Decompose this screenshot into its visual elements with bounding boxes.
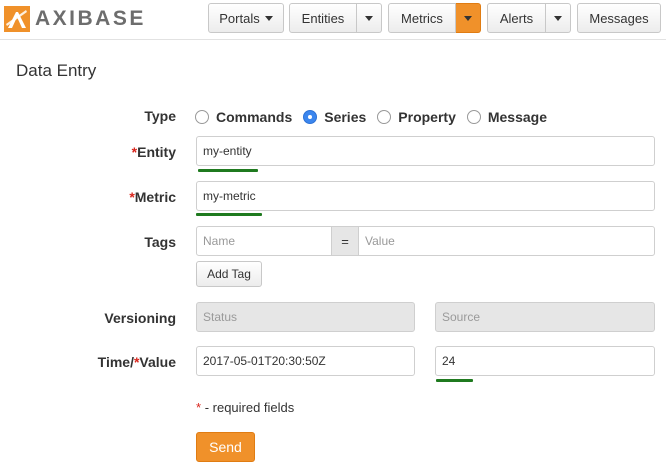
alerts-label: Alerts [499, 10, 534, 26]
portals-dropdown[interactable]: Portals [208, 3, 284, 33]
messages-button[interactable]: Messages [577, 3, 661, 33]
type-option-series[interactable]: Series [303, 109, 366, 125]
required-fields-note: * - required fields [196, 400, 294, 415]
logo[interactable]: AXIBASE [4, 6, 146, 32]
type-option-message[interactable]: Message [466, 109, 548, 125]
time-value-label: Time/*Value [0, 354, 176, 370]
status-field: Status [196, 302, 415, 332]
type-radio-group: Commands Series Property Message [195, 107, 558, 127]
messages-label: Messages [589, 10, 649, 26]
type-option-label: Message [487, 109, 548, 125]
tag-value-input[interactable]: Value [358, 226, 655, 256]
portals-label: Portals [219, 10, 260, 26]
metric-field[interactable]: my-metric [196, 181, 655, 211]
metrics-label: Metrics [401, 10, 443, 26]
entity-underline [198, 169, 258, 172]
radio-button[interactable] [466, 110, 481, 124]
add-tag-button[interactable]: Add Tag [196, 261, 262, 287]
metric-label-text: Metric [134, 189, 176, 205]
tag-equals-addon: = [331, 226, 359, 256]
metrics-dropdown-toggle[interactable] [456, 3, 481, 33]
chevron-down-icon [264, 15, 273, 21]
tags-label: Tags [144, 234, 176, 250]
axibase-logo-icon [4, 6, 30, 32]
metric-label: *Metric [0, 189, 176, 205]
radio-button-selected[interactable] [303, 110, 318, 124]
top-navbar: AXIBASE Portals Entities Metrics Alerts … [0, 0, 666, 40]
value-label-text: Value [139, 354, 176, 370]
tag-name-input[interactable]: Name [196, 226, 332, 256]
time-label-text: Time/ [97, 354, 134, 370]
chevron-down-icon [365, 15, 373, 21]
chevron-down-icon [464, 15, 472, 21]
radio-button[interactable] [195, 110, 209, 124]
required-marker: * [196, 400, 202, 415]
time-field[interactable]: 2017-05-01T20:30:50Z [196, 346, 415, 376]
entities-dropdown-toggle[interactable] [357, 3, 382, 33]
type-option-property[interactable]: Property [377, 109, 456, 125]
type-label: Type [144, 108, 176, 124]
versioning-label: Versioning [104, 310, 176, 326]
send-button[interactable]: Send [196, 432, 255, 462]
alerts-button[interactable]: Alerts [487, 3, 546, 33]
value-underline [436, 379, 473, 382]
chevron-down-icon [554, 15, 562, 21]
metric-underline [196, 213, 262, 216]
page-title: Data Entry [16, 61, 97, 80]
metrics-button[interactable]: Metrics [388, 3, 456, 33]
radio-button[interactable] [377, 110, 392, 124]
entity-label-text: Entity [137, 144, 176, 160]
type-option-commands[interactable]: Commands [195, 109, 292, 125]
entity-label: *Entity [0, 144, 176, 160]
entities-label: Entities [301, 10, 345, 26]
alerts-dropdown-toggle[interactable] [546, 3, 571, 33]
type-option-label: Property [398, 109, 456, 125]
required-note-text: - required fields [204, 400, 295, 415]
entity-field[interactable]: my-entity [196, 136, 655, 166]
type-option-label: Commands [216, 109, 293, 125]
logo-text: AXIBASE [35, 7, 146, 30]
entities-button[interactable]: Entities [289, 3, 357, 33]
source-field: Source [435, 302, 655, 332]
type-option-label: Series [324, 109, 367, 125]
value-field[interactable]: 24 [435, 346, 655, 376]
